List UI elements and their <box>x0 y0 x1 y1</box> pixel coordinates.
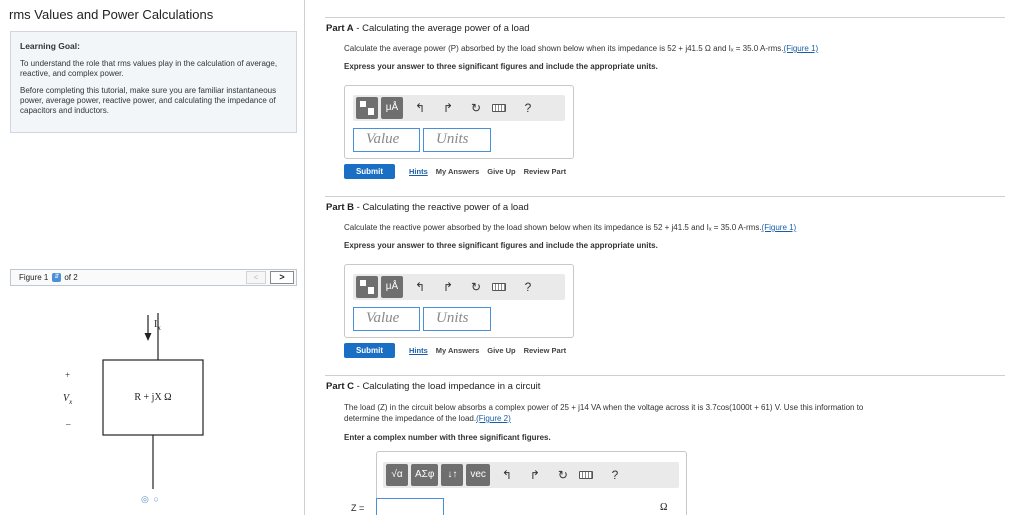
my-answers-link[interactable]: My Answers <box>436 167 480 176</box>
plus-sign: + <box>65 370 70 380</box>
figure-pager-dots[interactable]: ◎ ○ <box>141 494 160 505</box>
reset-icon[interactable]: ↻ <box>465 280 487 294</box>
reset-icon[interactable]: ↻ <box>465 101 487 115</box>
units-input[interactable]: Units <box>423 307 491 331</box>
undo-icon[interactable]: ↰ <box>496 468 518 482</box>
learning-goal-text: To understand the role that rms values p… <box>20 59 278 78</box>
units-palette-button[interactable]: μÅ <box>381 276 403 298</box>
help-icon[interactable]: ? <box>517 101 539 115</box>
voltage-label: Vx <box>63 393 73 406</box>
divider <box>325 196 1005 197</box>
part-b-question: Calculate the reactive power absorbed by… <box>344 223 797 232</box>
learning-goal-heading: Learning Goal: <box>20 41 80 51</box>
value-input[interactable]: Value <box>353 307 420 331</box>
vec-button[interactable]: vec <box>466 464 490 486</box>
submit-button[interactable]: Submit <box>344 164 395 179</box>
part-a-actions: Submit Hints My Answers Give Up Review P… <box>344 164 574 179</box>
redo-icon[interactable]: ↱ <box>437 101 459 115</box>
value-input[interactable]: Value <box>353 128 420 152</box>
math-toolbar: μÅ ↰ ↱ ↻ ? <box>353 274 565 300</box>
templates-icon[interactable] <box>356 276 378 298</box>
figure-link[interactable]: (Figure 2) <box>476 414 511 423</box>
units-input[interactable]: Units <box>423 128 491 152</box>
part-a-title: Part A - Calculating the average power o… <box>326 23 530 34</box>
part-a-instruction: Express your answer to three significant… <box>344 62 658 71</box>
learning-goal-prereq: Before completing this tutorial, make su… <box>20 86 277 115</box>
sqrt-template-button[interactable]: √α <box>386 464 408 486</box>
review-part-link[interactable]: Review Part <box>524 346 567 355</box>
hints-link[interactable]: Hints <box>409 346 428 355</box>
figure-navigator: Figure 1 ⇵ of 2 < > <box>10 269 297 286</box>
arrows-button[interactable]: ↓↑ <box>441 464 464 486</box>
ohm-unit-label: Ω <box>660 502 668 513</box>
part-b-actions: Submit Hints My Answers Give Up Review P… <box>344 343 574 358</box>
give-up-link[interactable]: Give Up <box>487 167 515 176</box>
figure-select-icon[interactable]: ⇵ <box>52 273 62 282</box>
part-b-title: Part B - Calculating the reactive power … <box>326 202 529 213</box>
current-arrow-head <box>144 333 152 341</box>
my-answers-link[interactable]: My Answers <box>436 346 480 355</box>
figure-link[interactable]: (Figure 1) <box>784 44 819 53</box>
part-b-instruction: Express your answer to three significant… <box>344 241 658 250</box>
keyboard-icon[interactable] <box>492 104 506 112</box>
left-panel: rms Values and Power Calculations Learni… <box>0 0 305 515</box>
hints-link[interactable]: Hints <box>409 167 428 176</box>
divider <box>325 17 1005 18</box>
part-c-title: Part C - Calculating the load impedance … <box>326 381 541 392</box>
units-palette-button[interactable]: μÅ <box>381 97 403 119</box>
page-title: rms Values and Power Calculations <box>9 7 214 22</box>
give-up-link[interactable]: Give Up <box>487 346 515 355</box>
part-a-question: Calculate the average power (P) absorbed… <box>344 44 819 53</box>
z-label: Z = <box>351 503 365 513</box>
prev-figure-button[interactable]: < <box>246 271 266 284</box>
submit-button[interactable]: Submit <box>344 343 395 358</box>
redo-icon[interactable]: ↱ <box>524 468 546 482</box>
figure-label: Figure 1 <box>19 273 49 282</box>
math-toolbar: √α ΑΣφ ↓↑ vec ↰ ↱ ↻ ? <box>383 462 679 488</box>
keyboard-icon[interactable] <box>578 471 593 479</box>
part-c-instruction: Enter a complex number with three signif… <box>344 433 551 442</box>
undo-icon[interactable]: ↰ <box>409 280 431 294</box>
z-input[interactable] <box>376 498 444 515</box>
greek-palette-button[interactable]: ΑΣφ <box>411 464 439 486</box>
help-icon[interactable]: ? <box>517 280 539 294</box>
help-icon[interactable]: ? <box>604 468 626 482</box>
redo-icon[interactable]: ↱ <box>437 280 459 294</box>
figure-count: of 2 <box>64 273 78 282</box>
part-a-answer-box: μÅ ↰ ↱ ↻ ? Value Units <box>344 85 574 159</box>
reset-icon[interactable]: ↻ <box>552 468 574 482</box>
divider <box>325 375 1005 376</box>
circuit-figure: Ix R + jX Ω + Vx – <box>63 313 204 489</box>
figure-link[interactable]: (Figure 1) <box>762 223 797 232</box>
keyboard-icon[interactable] <box>492 283 506 291</box>
templates-icon[interactable] <box>356 97 378 119</box>
math-toolbar: μÅ ↰ ↱ ↻ ? <box>353 95 565 121</box>
part-b-answer-box: μÅ ↰ ↱ ↻ ? Value Units <box>344 264 574 338</box>
next-figure-button[interactable]: > <box>270 271 294 284</box>
impedance-label: R + jX Ω <box>134 392 171 403</box>
part-c-question: The load (Z) in the circuit below absorb… <box>344 403 864 423</box>
learning-goal-box: Learning Goal: To understand the role th… <box>10 31 297 133</box>
review-part-link[interactable]: Review Part <box>524 167 567 176</box>
undo-icon[interactable]: ↰ <box>409 101 431 115</box>
minus-sign: – <box>65 419 71 429</box>
